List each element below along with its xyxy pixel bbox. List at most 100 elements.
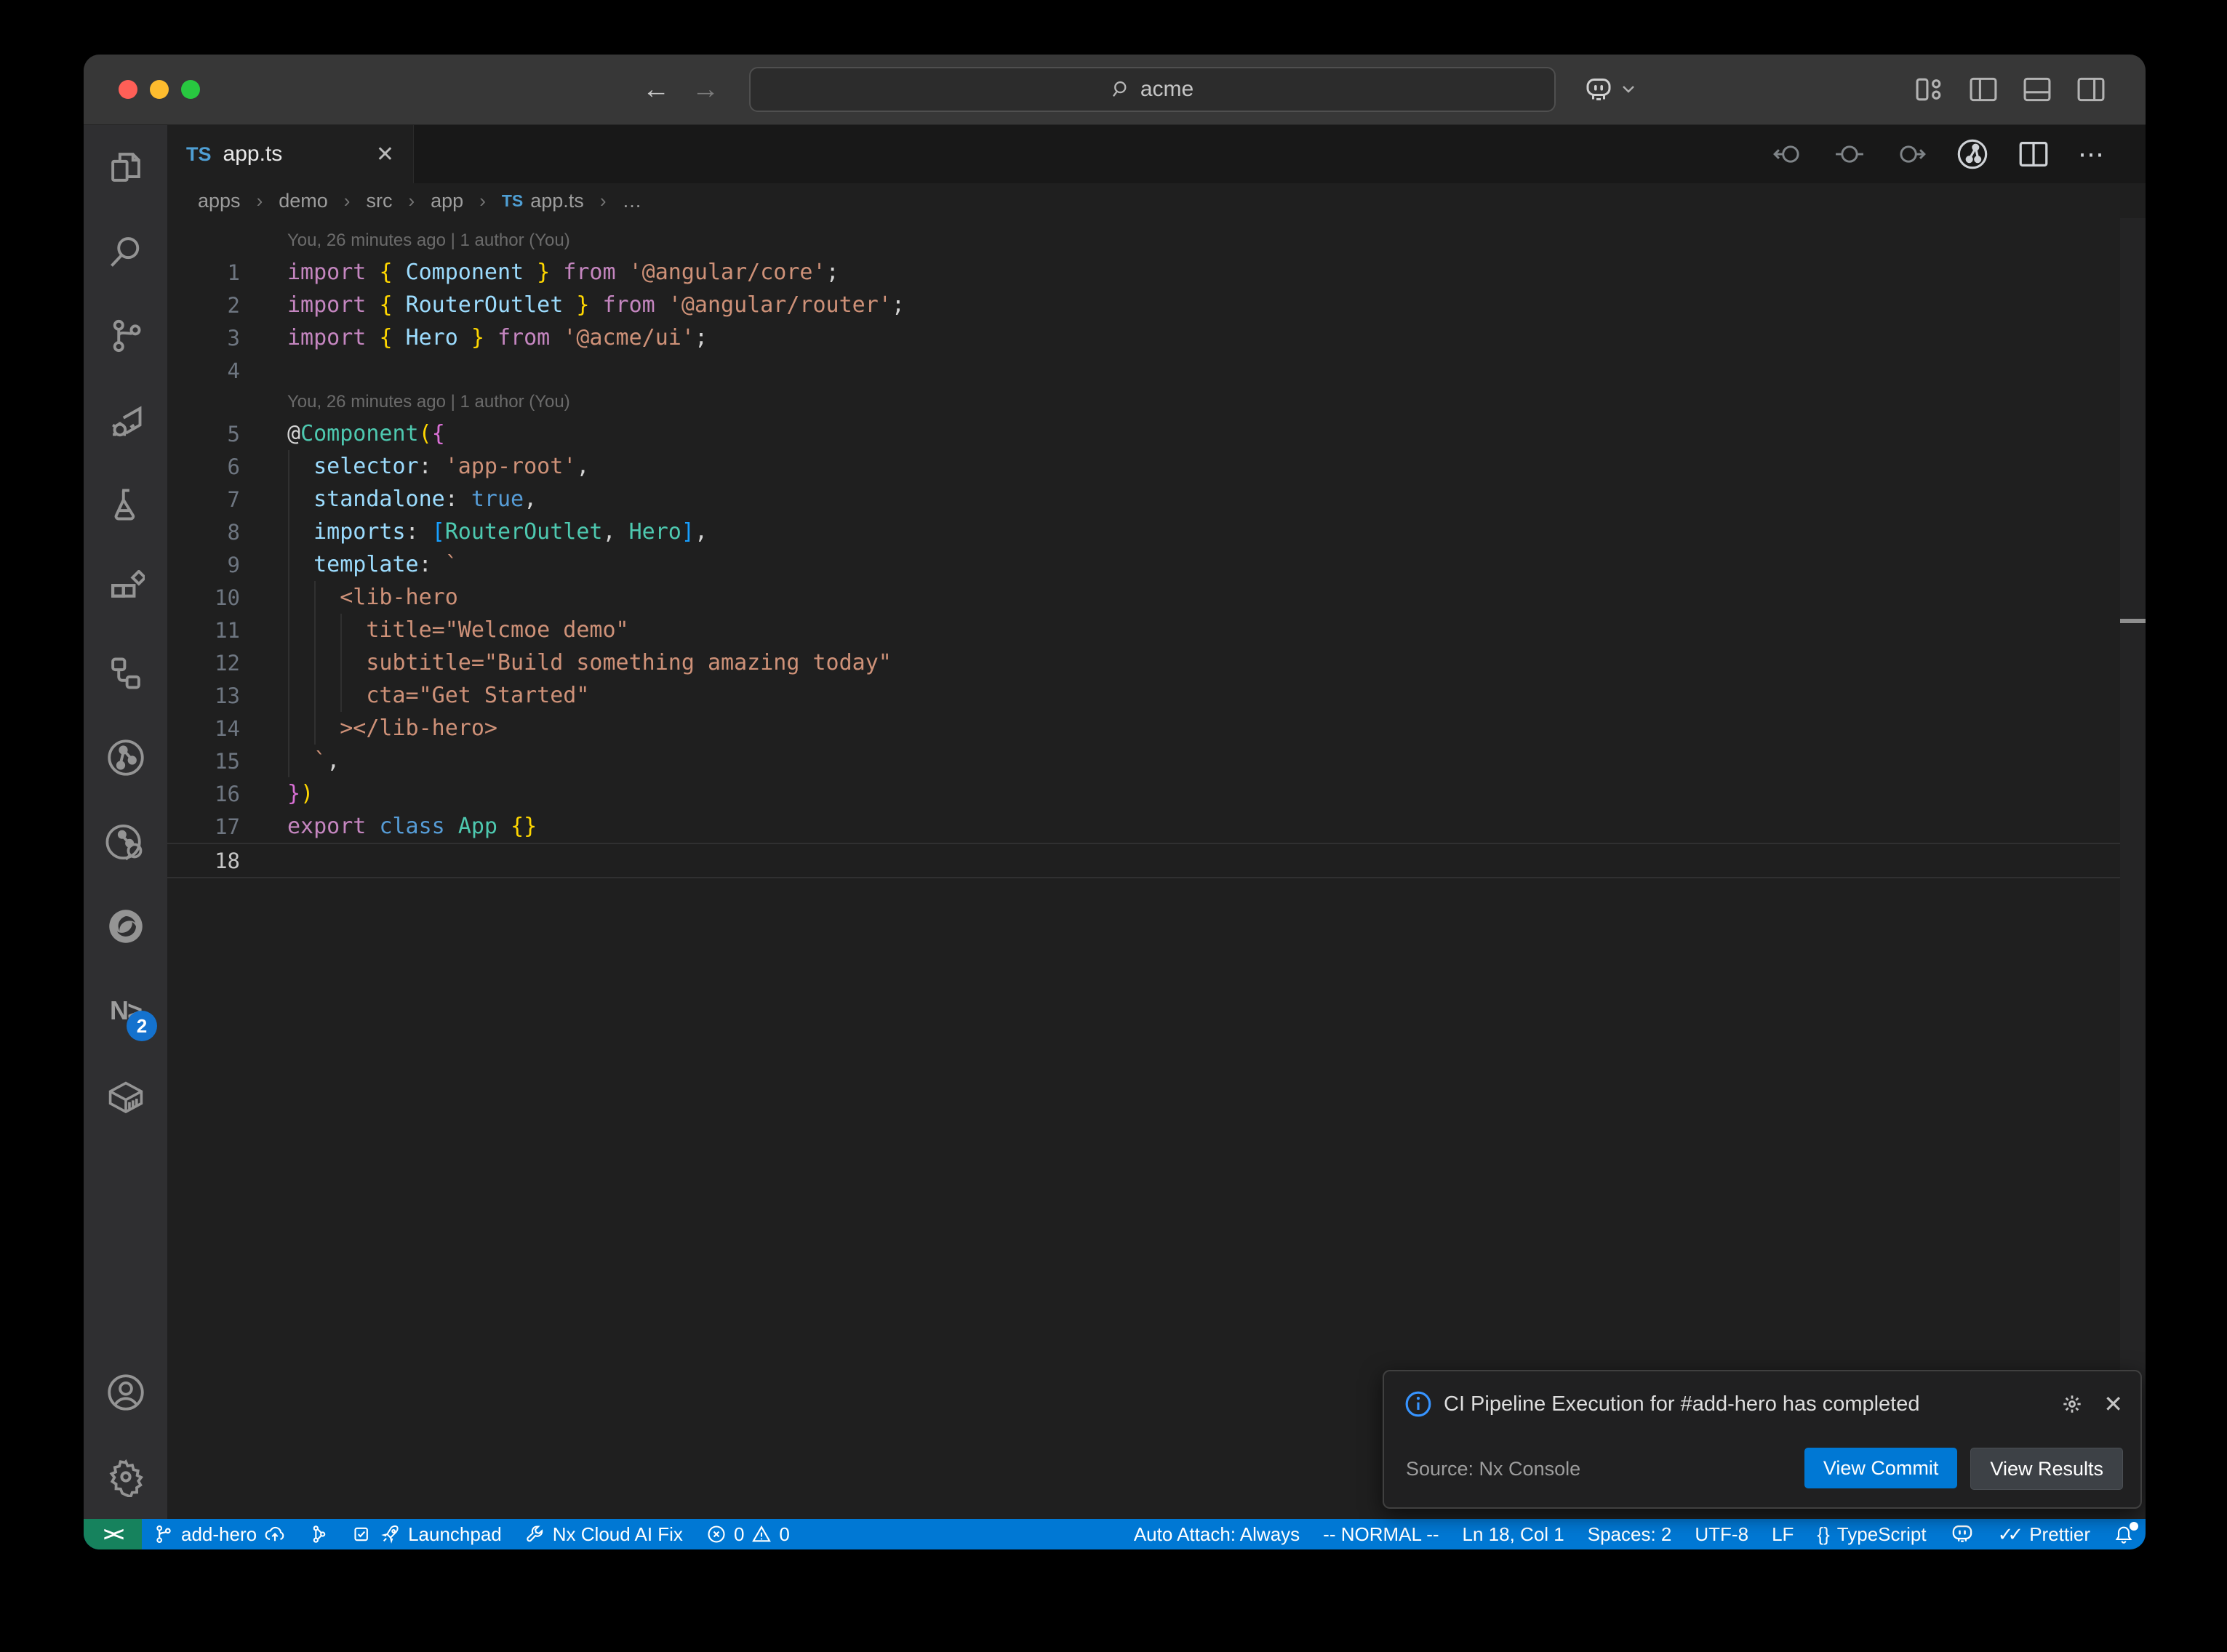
split-editor-icon[interactable]	[2018, 140, 2049, 168]
encoding-item[interactable]: UTF-8	[1683, 1519, 1760, 1549]
view-commit-button[interactable]: View Commit	[1804, 1448, 1958, 1488]
code-line-2[interactable]: 2import { RouterOutlet } from '@angular/…	[167, 289, 2120, 321]
code-line-15[interactable]: 15 `,	[167, 745, 2120, 777]
toggle-secondary-sidebar-icon[interactable]	[2076, 76, 2106, 103]
typescript-file-icon: TS	[186, 143, 212, 166]
customize-layout-icon[interactable]	[1915, 77, 1944, 102]
code-line-5[interactable]: 5@Component({	[167, 417, 2120, 450]
line-number: 11	[167, 618, 240, 643]
nx-graph-search-icon[interactable]	[84, 800, 167, 884]
line-number: 3	[167, 326, 240, 350]
run-next-icon[interactable]	[1895, 143, 1927, 166]
scrollbar-marker	[2120, 619, 2146, 623]
code-area[interactable]: You, 26 minutes ago | 1 author (You)1imp…	[167, 218, 2120, 878]
code-line-3[interactable]: 3import { Hero } from '@acme/ui';	[167, 321, 2120, 354]
cursor-position-item[interactable]: Ln 18, Col 1	[1451, 1519, 1576, 1549]
editor-scrollbar[interactable]	[2120, 218, 2146, 1519]
code-line-1[interactable]: 1import { Component } from '@angular/cor…	[167, 256, 2120, 289]
zoom-window-button[interactable]	[181, 80, 200, 99]
project-structure-icon[interactable]	[84, 631, 167, 715]
run-current-icon[interactable]	[1834, 143, 1866, 166]
notification-close-icon[interactable]: ✕	[2103, 1390, 2123, 1418]
eol-item[interactable]: LF	[1760, 1519, 1805, 1549]
code-line-9[interactable]: 9 template: `	[167, 548, 2120, 581]
branch-name: add-hero	[181, 1523, 257, 1546]
prettier-item[interactable]: ✓✓ Prettier	[1986, 1519, 2102, 1549]
nx-console-icon[interactable]: N> 2	[84, 969, 167, 1053]
breadcrumb-item-file[interactable]: TSapp.ts	[502, 190, 584, 212]
code-line-6[interactable]: 6 selector: 'app-root',	[167, 450, 2120, 483]
source-control-icon[interactable]	[84, 294, 167, 378]
settings-gear-icon[interactable]	[84, 1435, 167, 1519]
auto-attach-item[interactable]: Auto Attach: Always	[1122, 1519, 1311, 1549]
notifications-bell-item[interactable]	[2102, 1519, 2146, 1549]
line-number: 7	[167, 487, 240, 512]
launchpad-item[interactable]: Launchpad	[341, 1519, 513, 1549]
close-tab-icon[interactable]: ✕	[376, 142, 394, 167]
line-number: 2	[167, 293, 240, 318]
extensions-icon[interactable]	[84, 547, 167, 631]
minimize-window-button[interactable]	[150, 80, 169, 99]
toggle-panel-icon[interactable]	[2023, 76, 2052, 103]
search-sidebar-icon[interactable]	[84, 209, 167, 294]
code-line-13[interactable]: 13 cta="Get Started"	[167, 679, 2120, 712]
toggle-primary-sidebar-icon[interactable]	[1969, 76, 1998, 103]
code-line-11[interactable]: 11 title="Welcmoe demo"	[167, 614, 2120, 646]
close-window-button[interactable]	[119, 80, 137, 99]
line-number: 16	[167, 782, 240, 806]
nx-graph-editor-icon[interactable]	[1956, 137, 1989, 171]
code-line-16[interactable]: 16})	[167, 777, 2120, 810]
tab-app-ts[interactable]: TS app.ts ✕	[167, 125, 414, 183]
code-line-10[interactable]: 10 <lib-hero	[167, 581, 2120, 614]
nx-cloud-ai-fix-item[interactable]: Nx Cloud AI Fix	[513, 1519, 695, 1549]
rocket-icon	[380, 1524, 401, 1544]
navigate-forward-icon[interactable]: →	[692, 74, 719, 105]
more-actions-icon[interactable]: ⋯	[2078, 139, 2106, 169]
breadcrumb-item[interactable]: app	[431, 190, 463, 212]
problems-item[interactable]: 0 0	[695, 1519, 801, 1549]
git-blame-annotation: You, 26 minutes ago | 1 author (You)	[167, 225, 2120, 256]
line-number: 1	[167, 260, 240, 285]
warning-icon	[751, 1524, 772, 1544]
language-mode-item[interactable]: {} TypeScript	[1805, 1519, 1938, 1549]
copilot-menu[interactable]	[1583, 55, 1636, 124]
breadcrumb-item[interactable]: src	[366, 190, 392, 212]
editor[interactable]: You, 26 minutes ago | 1 author (You)1imp…	[167, 218, 2146, 1519]
line-number: 18	[167, 849, 240, 873]
breadcrumb-item[interactable]: apps	[198, 190, 241, 212]
accounts-icon[interactable]	[84, 1350, 167, 1435]
breadcrumb-item-symbol[interactable]: …	[622, 190, 641, 212]
bell-badge-dot	[2130, 1522, 2138, 1531]
testing-icon[interactable]	[84, 462, 167, 547]
line-number: 6	[167, 454, 240, 479]
code-line-18[interactable]: 18	[167, 843, 2120, 878]
vim-mode-item[interactable]: -- NORMAL --	[1311, 1519, 1450, 1549]
code-line-12[interactable]: 12 subtitle="Build something amazing tod…	[167, 646, 2120, 679]
navigate-back-icon[interactable]: ←	[642, 74, 670, 105]
command-center-search[interactable]: acme	[749, 67, 1556, 112]
code-line-8[interactable]: 8 imports: [RouterOutlet, Hero],	[167, 516, 2120, 548]
run-debug-icon[interactable]	[84, 378, 167, 462]
explorer-icon[interactable]	[84, 125, 167, 209]
run-previous-icon[interactable]	[1772, 143, 1804, 166]
nx-graph-icon[interactable]	[84, 715, 167, 800]
source-control-graph-item[interactable]	[297, 1519, 341, 1549]
code-line-17[interactable]: 17export class App {}	[167, 810, 2120, 843]
view-results-button[interactable]: View Results	[1970, 1448, 2123, 1490]
remote-indicator[interactable]: ><	[84, 1519, 142, 1549]
vscode-window: ← → acme	[84, 55, 2146, 1549]
code-line-4[interactable]: 4	[167, 354, 2120, 387]
copilot-status-item[interactable]	[1938, 1519, 1986, 1549]
error-count: 0	[734, 1523, 744, 1546]
code-line-7[interactable]: 7 standalone: true,	[167, 483, 2120, 516]
git-branch-item[interactable]: add-hero	[142, 1519, 297, 1549]
wrench-icon	[525, 1524, 545, 1544]
swirl-extension-icon[interactable]	[84, 884, 167, 969]
code-line-14[interactable]: 14 ></lib-hero>	[167, 712, 2120, 745]
breadcrumb-item[interactable]: demo	[279, 190, 328, 212]
indentation-item[interactable]: Spaces: 2	[1576, 1519, 1684, 1549]
notification-settings-icon[interactable]	[2060, 1392, 2084, 1416]
line-number: 12	[167, 651, 240, 675]
container-tools-icon[interactable]	[84, 1053, 167, 1137]
line-number: 17	[167, 814, 240, 839]
